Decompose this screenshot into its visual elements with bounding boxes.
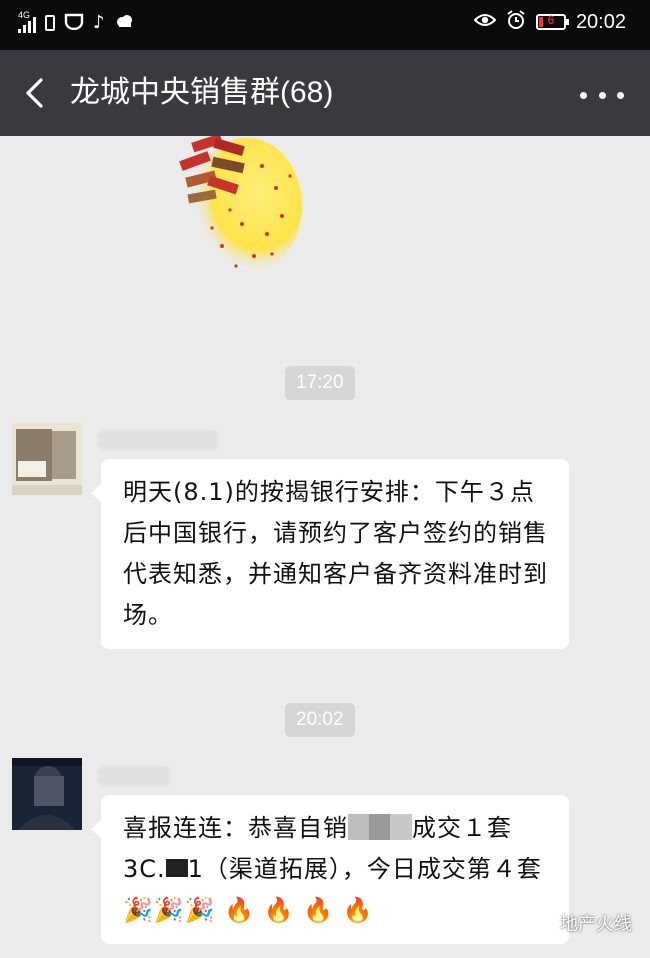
- timestamp: 17:20: [285, 366, 355, 400]
- message-bubble[interactable]: 喜报连连：恭喜自销 成交１套3C. 1（渠道拓展），今日成交第４套🎉🎉🎉 🔥 🔥 🔥…: [91, 795, 569, 944]
- avatar[interactable]: [12, 423, 82, 495]
- weather-icon: [114, 13, 134, 33]
- party-popper-icon: 🎉: [153, 896, 185, 924]
- message-text-part1: 喜报连连：恭喜自销: [123, 814, 348, 842]
- message-text-part3: 1（渠道拓展），今日成交第４套: [187, 855, 542, 883]
- sim-card-icon: [45, 15, 55, 31]
- back-button[interactable]: [14, 70, 60, 116]
- status-bar: 4G ♪ 6 20:02: [0, 0, 650, 50]
- message-bubble[interactable]: 明天(8.1)的按揭银行安排：下午３点后中国银行，请预约了客户签约的销售代表知悉…: [91, 459, 569, 649]
- status-left: 4G ♪: [18, 10, 134, 34]
- watermark-text: 地产火线: [560, 914, 632, 935]
- more-dots-icon: [580, 91, 587, 99]
- firecracker-sticker[interactable]: [172, 136, 302, 276]
- status-right: 6 20:02: [473, 10, 626, 34]
- battery-level: 6: [547, 13, 555, 27]
- notification-icon: [64, 12, 84, 34]
- battery-icon: 6: [535, 13, 569, 30]
- chat-title: 龙城中央销售群(68): [70, 76, 334, 109]
- network-label: 4G: [18, 10, 31, 20]
- alarm-icon: [506, 10, 526, 34]
- message-text: 明天(8.1)的按揭银行安排：下午３点后中国银行，请预约了客户签约的销售代表知悉…: [123, 478, 548, 629]
- redacted-mosaic: [165, 859, 188, 877]
- fire-icon: 🔥: [303, 896, 335, 924]
- more-options-button[interactable]: [580, 80, 624, 110]
- sender-name: [98, 430, 218, 450]
- fire-icon: 🔥: [342, 896, 374, 924]
- avatar[interactable]: [12, 758, 82, 830]
- sender-name: [98, 766, 170, 786]
- watermark: 地产火线: [528, 910, 632, 936]
- timestamp: 20:02: [285, 703, 355, 737]
- chat-message-list[interactable]: 17:20 明天(8.1)的按揭银行安排：下午３点后中国银行，请预约了客户签约的…: [0, 136, 650, 958]
- status-time: 20:02: [575, 10, 626, 33]
- chat-header: 龙城中央销售群(68): [0, 50, 650, 136]
- fire-icon: 🔥: [263, 896, 295, 924]
- wechat-channel-icon: [529, 913, 553, 933]
- chevron-left-icon: [26, 78, 43, 108]
- tiktok-icon: ♪: [93, 12, 105, 33]
- redacted-mosaic: [348, 814, 412, 840]
- party-popper-icon: 🎉: [123, 896, 154, 924]
- party-popper-icon: 🎉: [184, 896, 216, 924]
- eye-icon: [473, 12, 497, 32]
- fire-icon: 🔥: [224, 896, 256, 924]
